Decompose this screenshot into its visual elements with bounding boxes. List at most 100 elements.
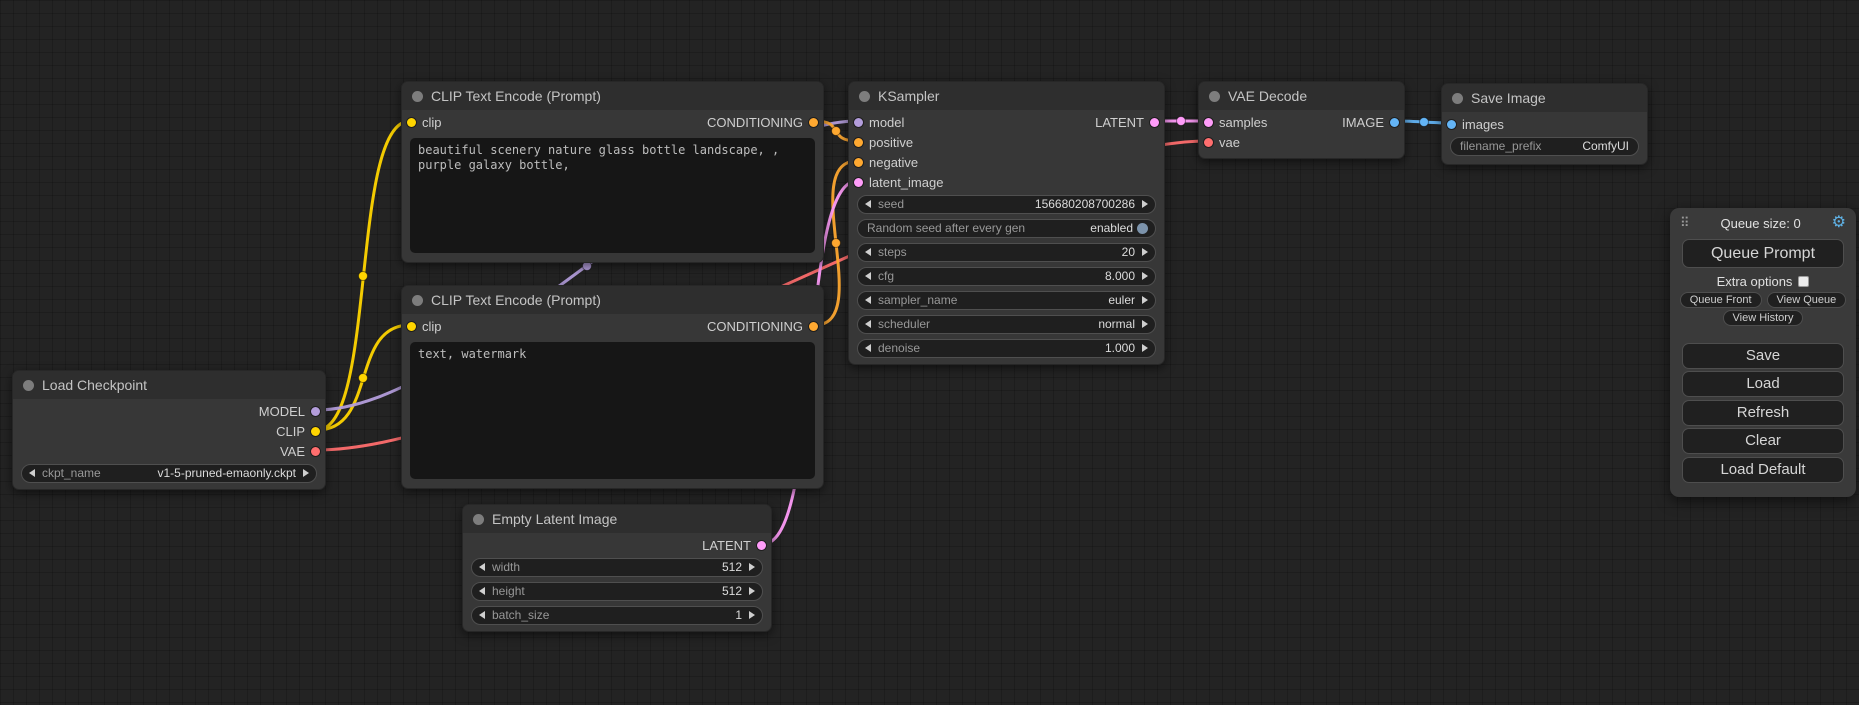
output-dot-latent[interactable] xyxy=(1150,118,1159,127)
link-midpoint-dot[interactable] xyxy=(359,272,368,281)
node-title-bar[interactable]: Save Image xyxy=(1442,84,1647,112)
collapse-dot[interactable] xyxy=(1452,93,1463,104)
decrement-arrow-icon[interactable] xyxy=(865,320,871,328)
input-dot-clip[interactable] xyxy=(407,322,416,331)
output-dot-latent[interactable] xyxy=(757,541,766,550)
view-queue-button[interactable]: View Queue xyxy=(1767,292,1847,308)
queue-prompt-button[interactable]: Queue Prompt xyxy=(1682,239,1844,268)
node-title: CLIP Text Encode (Prompt) xyxy=(431,292,601,308)
decrement-arrow-icon[interactable] xyxy=(865,296,871,304)
collapse-dot[interactable] xyxy=(1209,91,1220,102)
collapse-dot[interactable] xyxy=(473,514,484,525)
extra-options-checkbox[interactable] xyxy=(1798,276,1809,287)
widget-seed[interactable]: seed 156680208700286 xyxy=(857,195,1156,214)
refresh-button[interactable]: Refresh xyxy=(1682,400,1844,426)
output-dot-image[interactable] xyxy=(1390,118,1399,127)
menu-drag-handle-icon[interactable] xyxy=(1680,215,1690,231)
widget-width[interactable]: width 512 xyxy=(471,558,763,577)
output-dot-vae[interactable] xyxy=(311,447,320,456)
node-title: Load Checkpoint xyxy=(42,377,147,393)
decrement-arrow-icon[interactable] xyxy=(479,611,485,619)
input-dot-samples[interactable] xyxy=(1204,118,1213,127)
output-dot-conditioning[interactable] xyxy=(809,118,818,127)
link-midpoint-dot[interactable] xyxy=(832,127,841,136)
link-midpoint-dot[interactable] xyxy=(1420,118,1429,127)
increment-arrow-icon[interactable] xyxy=(1142,320,1148,328)
node-title-bar[interactable]: CLIP Text Encode (Prompt) xyxy=(402,82,823,110)
increment-arrow-icon[interactable] xyxy=(1142,200,1148,208)
widget-sampler-name[interactable]: sampler_name euler xyxy=(857,291,1156,310)
decrement-arrow-icon[interactable] xyxy=(865,272,871,280)
decrement-arrow-icon[interactable] xyxy=(865,200,871,208)
widget-batch-size[interactable]: batch_size 1 xyxy=(471,606,763,625)
decrement-arrow-icon[interactable] xyxy=(865,344,871,352)
queue-front-button[interactable]: Queue Front xyxy=(1680,292,1762,308)
collapse-dot[interactable] xyxy=(859,91,870,102)
increment-arrow-icon[interactable] xyxy=(1142,296,1148,304)
load-default-button[interactable]: Load Default xyxy=(1682,457,1844,483)
node-ksampler[interactable]: KSampler model LATENT positive negative … xyxy=(848,81,1165,365)
increment-arrow-icon[interactable] xyxy=(303,469,309,477)
input-slot-images: images xyxy=(1442,114,1647,134)
comfyui-canvas[interactable]: { "colors": { "model": "#B39DDB", "clip"… xyxy=(0,0,1859,705)
link-midpoint-dot[interactable] xyxy=(359,374,368,383)
decrement-arrow-icon[interactable] xyxy=(865,248,871,256)
collapse-dot[interactable] xyxy=(412,91,423,102)
decrement-arrow-icon[interactable] xyxy=(479,587,485,595)
settings-gear-icon[interactable] xyxy=(1832,215,1846,231)
widget-filename-prefix[interactable]: filename_prefix ComfyUI xyxy=(1450,137,1639,156)
node-load-checkpoint[interactable]: Load Checkpoint MODEL CLIP VAE ckpt_name… xyxy=(12,370,326,490)
increment-arrow-icon[interactable] xyxy=(1142,272,1148,280)
node-title-bar[interactable]: KSampler xyxy=(849,82,1164,110)
node-title-bar[interactable]: Empty Latent Image xyxy=(463,505,771,533)
output-dot-model[interactable] xyxy=(311,407,320,416)
decrement-arrow-icon[interactable] xyxy=(479,563,485,571)
input-slot-latent-image: latent_image xyxy=(849,172,1164,192)
collapse-dot[interactable] xyxy=(23,380,34,391)
view-history-button[interactable]: View History xyxy=(1723,310,1804,326)
input-dot-positive[interactable] xyxy=(854,138,863,147)
node-title-bar[interactable]: VAE Decode xyxy=(1199,82,1404,110)
widget-ckpt-name[interactable]: ckpt_name v1-5-pruned-emaonly.ckpt xyxy=(21,464,317,483)
collapse-dot[interactable] xyxy=(412,295,423,306)
increment-arrow-icon[interactable] xyxy=(749,563,755,571)
node-title-bar[interactable]: CLIP Text Encode (Prompt) xyxy=(402,286,823,314)
output-dot-conditioning[interactable] xyxy=(809,322,818,331)
link-midpoint-dot[interactable] xyxy=(832,239,841,248)
toggle-knob-icon[interactable] xyxy=(1137,223,1148,234)
node-title-bar[interactable]: Load Checkpoint xyxy=(13,371,325,399)
output-dot-clip[interactable] xyxy=(311,427,320,436)
widget-denoise[interactable]: denoise 1.000 xyxy=(857,339,1156,358)
extra-options-label: Extra options xyxy=(1717,274,1793,289)
widget-random-seed-toggle[interactable]: Random seed after every gen enabled xyxy=(857,219,1156,238)
comfy-menu-panel[interactable]: Queue size: 0 Queue Prompt Extra options… xyxy=(1670,208,1856,497)
node-empty-latent-image[interactable]: Empty Latent Image LATENT width 512 heig… xyxy=(462,504,772,632)
input-dot-latent-image[interactable] xyxy=(854,178,863,187)
widget-height[interactable]: height 512 xyxy=(471,582,763,601)
clear-button[interactable]: Clear xyxy=(1682,428,1844,454)
node-save-image[interactable]: Save Image images filename_prefix ComfyU… xyxy=(1441,83,1648,165)
input-dot-model[interactable] xyxy=(854,118,863,127)
widget-cfg[interactable]: cfg 8.000 xyxy=(857,267,1156,286)
increment-arrow-icon[interactable] xyxy=(1142,344,1148,352)
node-vae-decode[interactable]: VAE Decode samples IMAGE vae xyxy=(1198,81,1405,159)
load-button[interactable]: Load xyxy=(1682,371,1844,397)
prompt-textarea[interactable]: beautiful scenery nature glass bottle la… xyxy=(410,138,815,253)
node-clip-text-encode-negative[interactable]: CLIP Text Encode (Prompt) clip CONDITION… xyxy=(401,285,824,489)
widget-scheduler[interactable]: scheduler normal xyxy=(857,315,1156,334)
input-dot-clip[interactable] xyxy=(407,118,416,127)
input-slot-samples: samples xyxy=(1204,115,1267,130)
decrement-arrow-icon[interactable] xyxy=(29,469,35,477)
widget-steps[interactable]: steps 20 xyxy=(857,243,1156,262)
increment-arrow-icon[interactable] xyxy=(1142,248,1148,256)
increment-arrow-icon[interactable] xyxy=(749,587,755,595)
input-dot-images[interactable] xyxy=(1447,120,1456,129)
node-clip-text-encode-positive[interactable]: CLIP Text Encode (Prompt) clip CONDITION… xyxy=(401,81,824,263)
input-dot-negative[interactable] xyxy=(854,158,863,167)
input-slot-vae: vae xyxy=(1199,132,1404,152)
save-button[interactable]: Save xyxy=(1682,343,1844,369)
input-dot-vae[interactable] xyxy=(1204,138,1213,147)
link-midpoint-dot[interactable] xyxy=(1177,117,1186,126)
increment-arrow-icon[interactable] xyxy=(749,611,755,619)
prompt-textarea[interactable]: text, watermark xyxy=(410,342,815,479)
